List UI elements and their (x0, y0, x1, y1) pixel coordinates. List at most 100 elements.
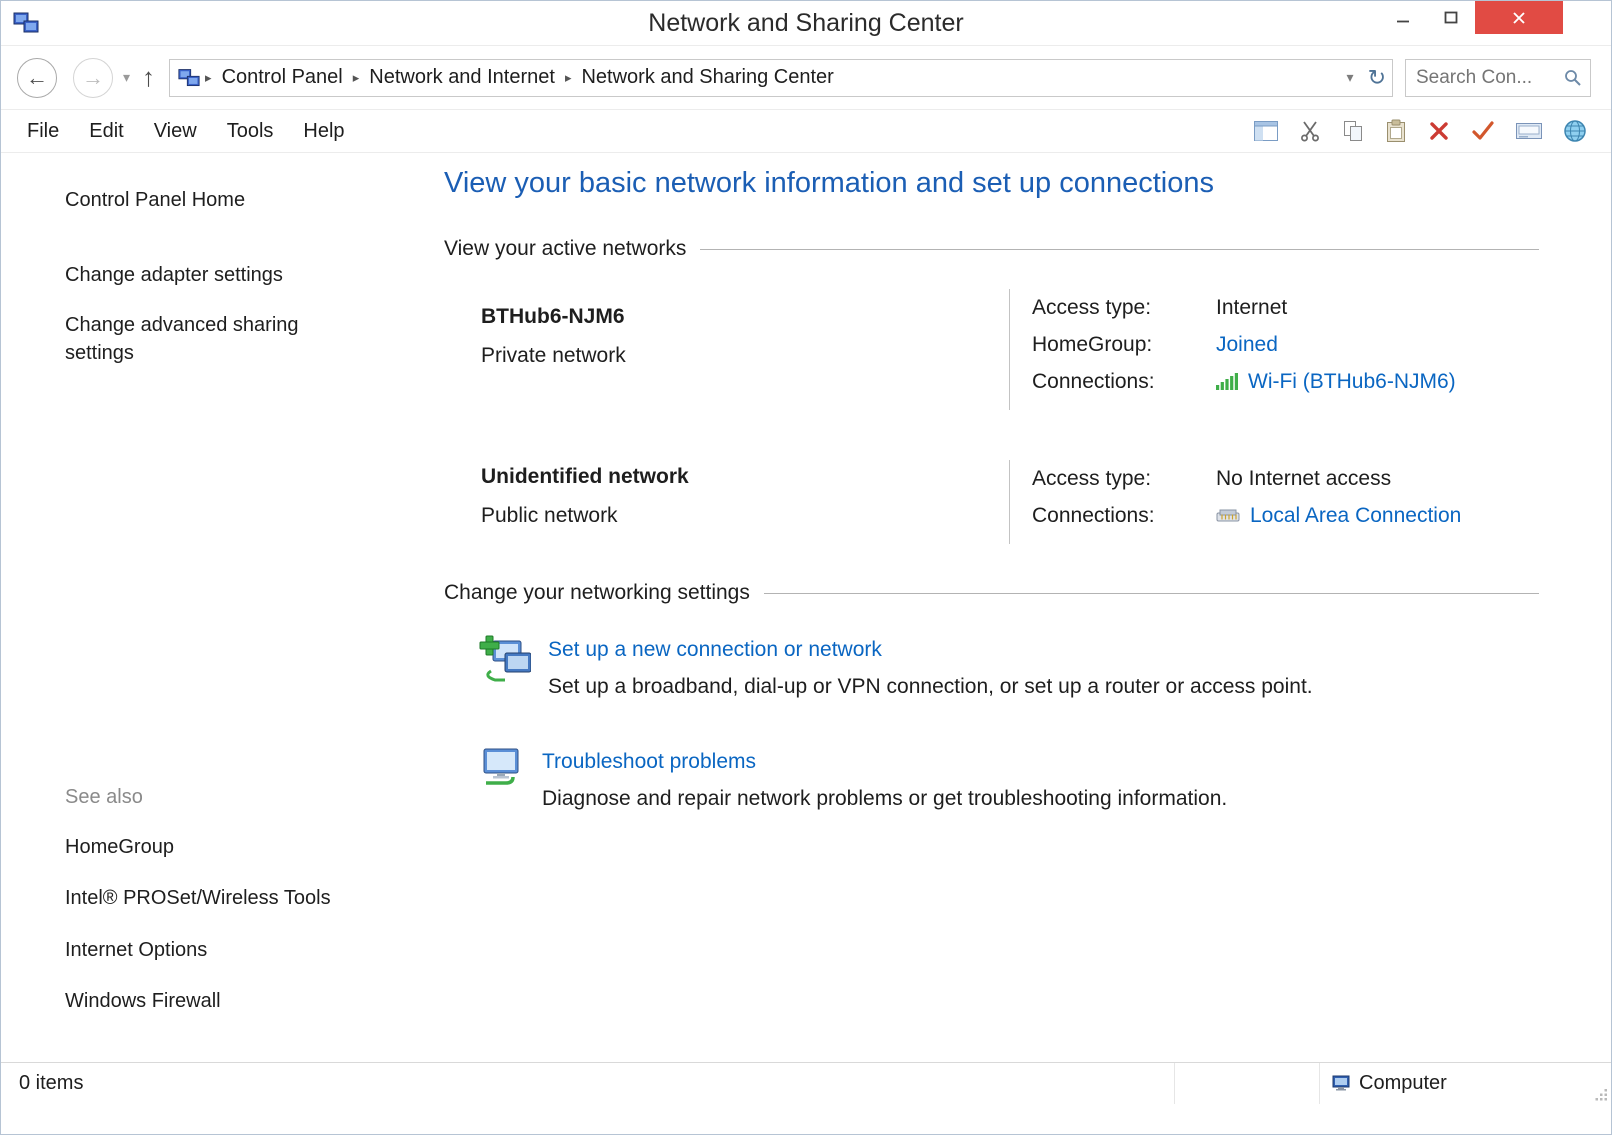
close-icon (1512, 11, 1526, 25)
forward-button[interactable]: → (73, 58, 113, 98)
access-type-value: No Internet access (1216, 467, 1391, 491)
close-button[interactable] (1475, 1, 1563, 34)
menu-tools[interactable]: Tools (227, 120, 274, 143)
access-type-row: Access type: No Internet access (1032, 460, 1539, 497)
status-bar: 0 items Computer (1, 1062, 1611, 1104)
window-title: Network and Sharing Center (1, 9, 1611, 38)
network-location-icon (178, 67, 200, 89)
setup-new-connection-item: Set up a new connection or network Set u… (444, 635, 1539, 699)
copy-button[interactable] (1340, 118, 1366, 144)
up-button[interactable]: ↑ (142, 62, 155, 93)
main-content: View your basic network information and … (444, 153, 1611, 1062)
access-type-value: Internet (1216, 296, 1287, 320)
globe-icon (1563, 119, 1587, 143)
local-area-connection-link[interactable]: Local Area Connection (1250, 504, 1461, 528)
computer-label: Computer (1359, 1072, 1447, 1095)
network-profile: Private network (481, 344, 1009, 368)
mail-button[interactable] (1514, 119, 1544, 143)
checkmark-icon (1471, 120, 1495, 142)
scissors-icon (1299, 120, 1321, 142)
minimize-button[interactable] (1379, 1, 1427, 34)
wifi-signal-icon (1216, 373, 1240, 390)
copy-icon (1342, 120, 1364, 142)
breadcrumb-network-sharing-center[interactable]: Network and Sharing Center (574, 66, 840, 89)
search-box[interactable] (1405, 59, 1591, 97)
access-type-label: Access type: (1032, 296, 1216, 320)
sidebar-item-windows-firewall[interactable]: Windows Firewall (65, 988, 360, 1016)
setting-text: Set up a new connection or network Set u… (548, 635, 1313, 699)
networking-settings-header: Change your networking settings (444, 581, 1539, 605)
back-button[interactable]: ← (17, 58, 57, 98)
network-profile: Public network (481, 504, 1009, 528)
active-networks-header-label: View your active networks (444, 237, 686, 261)
section-rule (764, 593, 1539, 594)
forward-icon: → (82, 65, 104, 91)
breadcrumb-network-and-internet[interactable]: Network and Internet (362, 66, 562, 89)
preview-pane-button[interactable] (1252, 119, 1280, 143)
window-controls (1379, 1, 1563, 34)
refresh-icon[interactable]: ↻ (1368, 65, 1386, 91)
sidebar-item-change-advanced-sharing-settings[interactable]: Change advanced sharing settings (65, 312, 360, 367)
active-networks-header: View your active networks (444, 237, 1539, 261)
address-bar[interactable]: ▸ Control Panel ▸ Network and Internet ▸… (169, 59, 1393, 97)
access-type-label: Access type: (1032, 467, 1216, 491)
properties-button[interactable] (1469, 118, 1497, 144)
sidebar-item-control-panel-home[interactable]: Control Panel Home (65, 187, 360, 215)
network-item-bthub6: BTHub6-NJM6 Private network Access type:… (444, 289, 1539, 410)
search-input[interactable] (1416, 67, 1564, 89)
connections-row: Connections: Local Area Connection (1032, 497, 1539, 534)
delete-button[interactable] (1426, 118, 1452, 144)
network-details: Access type: Internet HomeGroup: Joined … (1009, 289, 1539, 410)
network-sharing-center-window: Network and Sharing Center ← → ▾ ↑ ▸ Con… (0, 0, 1612, 1135)
see-also-header: See also (65, 786, 404, 809)
menu-bar: File Edit View Tools Help (1, 110, 1611, 153)
homegroup-joined-link[interactable]: Joined (1216, 333, 1278, 357)
menu-edit[interactable]: Edit (89, 120, 123, 143)
toolbar (1252, 117, 1589, 145)
menu-view[interactable]: View (154, 120, 197, 143)
window-bottom-edge (1, 1104, 1611, 1134)
sidebar-item-internet-options[interactable]: Internet Options (65, 937, 360, 965)
troubleshoot-problems-link[interactable]: Troubleshoot problems (542, 750, 756, 774)
breadcrumb-control-panel[interactable]: Control Panel (215, 66, 350, 89)
title-bar: Network and Sharing Center (1, 1, 1611, 46)
setup-new-connection-link[interactable]: Set up a new connection or network (548, 638, 882, 662)
connections-label: Connections: (1032, 370, 1216, 394)
network-name: BTHub6-NJM6 (481, 305, 1009, 329)
search-icon[interactable] (1564, 69, 1582, 87)
sidebar-item-intel-proset-wireless-tools[interactable]: Intel® PROSet/Wireless Tools (65, 885, 360, 913)
sidebar-item-homegroup[interactable]: HomeGroup (65, 834, 360, 862)
setting-text: Troubleshoot problems Diagnose and repai… (542, 747, 1227, 811)
items-count: 0 items (1, 1063, 1174, 1104)
connections-row: Connections: Wi-Fi (BTHub6-NJM6) (1032, 363, 1539, 400)
setup-new-connection-description: Set up a broadband, dial-up or VPN conne… (548, 675, 1313, 699)
cut-button[interactable] (1297, 118, 1323, 144)
breadcrumb-separator-icon: ▸ (202, 70, 215, 86)
address-bar-controls: ▾ ↻ (1347, 65, 1386, 91)
address-dropdown-icon[interactable]: ▾ (1347, 69, 1354, 86)
network-item-unidentified: Unidentified network Public network Acce… (444, 460, 1539, 544)
sidebar-item-change-adapter-settings[interactable]: Change adapter settings (65, 262, 360, 290)
sidebar: Control Panel Home Change adapter settin… (1, 153, 444, 1062)
networking-settings-header-label: Change your networking settings (444, 581, 750, 605)
breadcrumb-separator-icon: ▸ (350, 70, 363, 86)
back-icon: ← (26, 65, 48, 91)
ethernet-icon (1216, 508, 1242, 524)
page-title: View your basic network information and … (444, 167, 1539, 200)
paste-button[interactable] (1383, 117, 1409, 145)
maximize-button[interactable] (1427, 1, 1475, 34)
help-button[interactable] (1561, 117, 1589, 145)
wifi-connection-link[interactable]: Wi-Fi (BTHub6-NJM6) (1248, 370, 1456, 394)
recent-pages-dropdown-icon[interactable]: ▾ (123, 69, 130, 86)
section-rule (700, 249, 1539, 250)
troubleshoot-problems-item: Troubleshoot problems Diagnose and repai… (444, 747, 1539, 811)
resize-grip[interactable] (1594, 1087, 1608, 1101)
see-also-section: See also HomeGroup Intel® PROSet/Wireles… (65, 786, 404, 1016)
menu-file[interactable]: File (27, 120, 59, 143)
network-details: Access type: No Internet access Connecti… (1009, 460, 1539, 544)
computer-icon (1332, 1075, 1350, 1092)
menu-help[interactable]: Help (303, 120, 344, 143)
breadcrumb-separator-icon: ▸ (562, 70, 575, 86)
homegroup-label: HomeGroup: (1032, 333, 1216, 357)
homegroup-row: HomeGroup: Joined (1032, 326, 1539, 363)
